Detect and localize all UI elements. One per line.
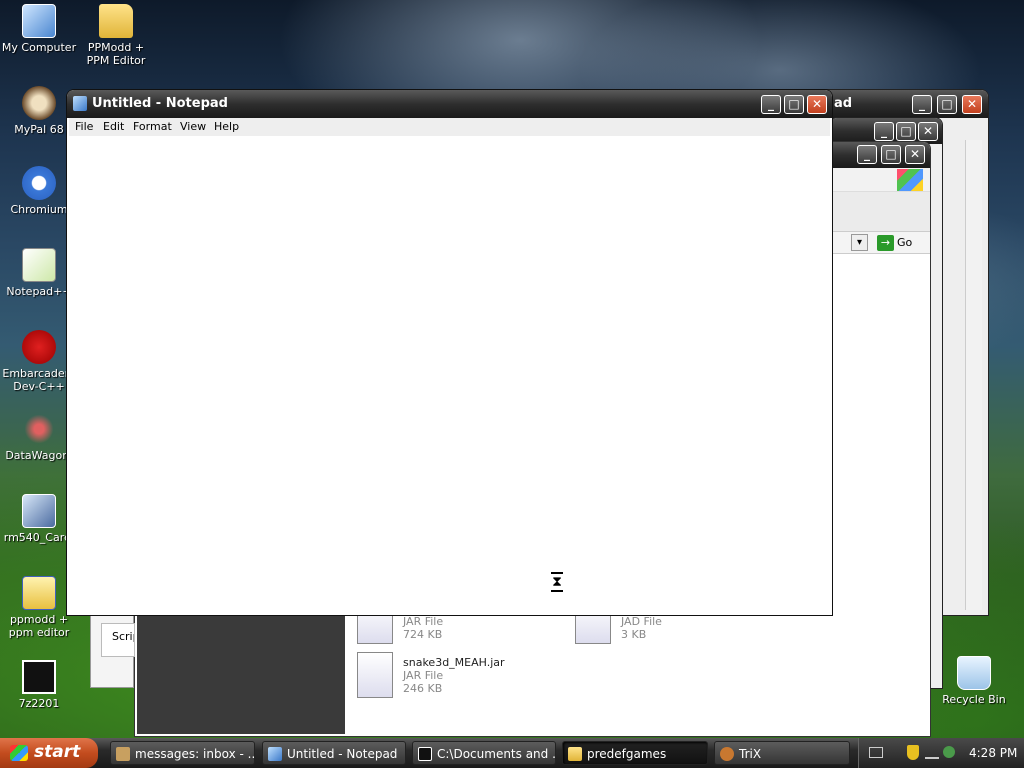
go-label: Go bbox=[897, 236, 913, 249]
background-window-3[interactable]: Scrip bbox=[90, 614, 135, 688]
datawagon-icon bbox=[22, 412, 56, 446]
task-button-notepad[interactable]: Untitled - Notepad bbox=[262, 741, 406, 765]
close-button[interactable]: ✕ bbox=[807, 95, 827, 114]
file-type: JAR File bbox=[403, 615, 444, 628]
task-button-trix[interactable]: TriX bbox=[714, 741, 850, 765]
network-icon[interactable] bbox=[925, 747, 939, 759]
task-label: Untitled - Notepad bbox=[287, 747, 398, 761]
task-label: predefgames bbox=[587, 747, 667, 761]
background-window-2-titlebar[interactable]: _ □ ✕ bbox=[830, 118, 942, 144]
menu-edit[interactable]: Edit bbox=[103, 120, 124, 133]
desktop-icon-my-computer[interactable]: My Computer bbox=[0, 4, 78, 54]
start-button[interactable]: start bbox=[0, 738, 98, 768]
rm540-icon bbox=[22, 494, 56, 528]
folder-icon bbox=[568, 747, 582, 761]
file-size: 3 KB bbox=[621, 628, 647, 641]
close-button[interactable]: ✕ bbox=[918, 122, 938, 141]
task-button-7zip[interactable]: C:\Documents and ... bbox=[412, 741, 556, 765]
minimize-button[interactable]: _ bbox=[761, 95, 781, 114]
task-label: messages: inbox - ... bbox=[135, 747, 255, 761]
file-item[interactable]: snake3d_MEAH.jar JAR File 246 KB bbox=[357, 652, 557, 702]
file-size: 246 KB bbox=[403, 682, 443, 695]
file-type: JAD File bbox=[621, 615, 662, 628]
security-shield-icon[interactable] bbox=[907, 745, 919, 760]
go-arrow-icon: → bbox=[877, 235, 894, 251]
notepad-window[interactable]: Untitled - Notepad _ □ ✕ File Edit Forma… bbox=[67, 90, 832, 615]
address-dropdown-button[interactable]: ▾ bbox=[851, 234, 868, 251]
notepadpp-icon bbox=[22, 248, 56, 282]
background-window-1-title: ad bbox=[834, 96, 853, 111]
menu-format[interactable]: Format bbox=[133, 120, 172, 133]
notepad-menubar: File Edit Format View Help bbox=[69, 118, 830, 136]
system-tray: 4:28 PM bbox=[858, 738, 1024, 768]
close-button[interactable]: ✕ bbox=[905, 145, 925, 164]
mypal-browser-icon bbox=[22, 86, 56, 120]
menu-view[interactable]: View bbox=[180, 120, 206, 133]
7zip-icon bbox=[418, 747, 432, 761]
jar-file-icon bbox=[357, 652, 393, 698]
close-button[interactable]: ✕ bbox=[962, 95, 982, 114]
task-label: C:\Documents and ... bbox=[437, 747, 556, 761]
hourglass-cursor-icon: ⧗ bbox=[551, 572, 563, 592]
volume-icon[interactable] bbox=[943, 746, 955, 758]
desktop-icon-7zip[interactable]: 7z2201 bbox=[0, 660, 78, 710]
devcpp-icon bbox=[22, 330, 56, 364]
maximize-button[interactable]: □ bbox=[937, 95, 957, 114]
windows-logo-icon bbox=[10, 745, 28, 761]
clock[interactable]: 4:28 PM bbox=[969, 746, 1017, 760]
computer-icon bbox=[22, 4, 56, 38]
menu-help[interactable]: Help bbox=[214, 120, 239, 133]
task-button-predefgames[interactable]: predefgames bbox=[562, 741, 708, 765]
mail-icon bbox=[116, 747, 130, 761]
keyboard-icon[interactable] bbox=[869, 747, 883, 758]
file-name: snake3d_MEAH.jar bbox=[403, 656, 505, 669]
vertical-scrollbar[interactable] bbox=[965, 140, 982, 610]
side-fragment-label: Scrip bbox=[101, 623, 135, 657]
minimize-button[interactable]: _ bbox=[857, 145, 877, 164]
task-label: TriX bbox=[739, 747, 762, 761]
maximize-button[interactable]: □ bbox=[896, 122, 916, 141]
minimize-button[interactable]: _ bbox=[874, 122, 894, 141]
taskbar: start messages: inbox - ... Untitled - N… bbox=[0, 738, 1024, 768]
notepad-text-area[interactable] bbox=[69, 136, 830, 613]
windows-logo-icon bbox=[897, 169, 923, 191]
notepad-title: Untitled - Notepad bbox=[92, 96, 228, 111]
notepad-titlebar[interactable]: Untitled - Notepad _ □ ✕ bbox=[67, 90, 832, 118]
go-button[interactable]: → Go bbox=[875, 233, 912, 253]
recycle-bin-icon bbox=[957, 656, 991, 690]
maximize-button[interactable]: □ bbox=[881, 145, 901, 164]
background-window-1-titlebar[interactable]: ad _ □ ✕ bbox=[820, 90, 988, 118]
notepad-icon bbox=[268, 747, 282, 761]
task-button-messages[interactable]: messages: inbox - ... bbox=[110, 741, 255, 765]
minimize-button[interactable]: _ bbox=[912, 95, 932, 114]
desktop-icon-ppmodd-ppm-editor[interactable]: PPModd + PPM Editor bbox=[77, 4, 155, 67]
trix-icon bbox=[720, 747, 734, 761]
maximize-button[interactable]: □ bbox=[784, 95, 804, 114]
menu-file[interactable]: File bbox=[75, 120, 93, 133]
chromium-icon bbox=[22, 166, 56, 200]
folder-icon bbox=[99, 4, 133, 38]
start-label: start bbox=[34, 742, 81, 762]
7zip-icon bbox=[22, 660, 56, 694]
notepad-icon bbox=[73, 96, 87, 111]
file-type: JAR File bbox=[403, 669, 444, 682]
file-size: 724 KB bbox=[403, 628, 443, 641]
desktop-icon-recycle-bin[interactable]: Recycle Bin bbox=[935, 656, 1013, 706]
ppm-editor-icon bbox=[22, 576, 56, 610]
